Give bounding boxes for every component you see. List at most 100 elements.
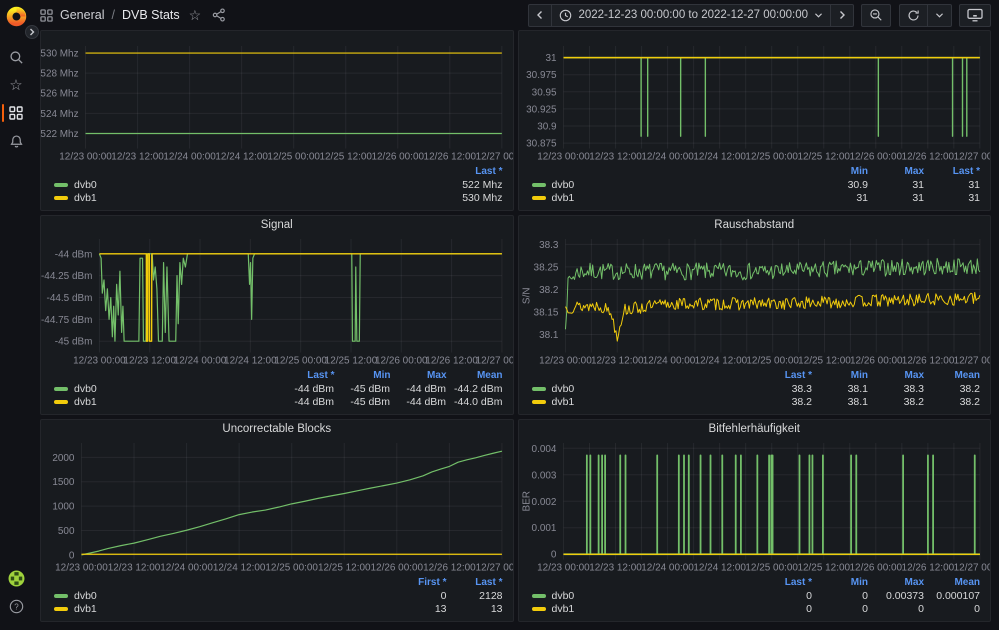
legend-header-row: First *Last * bbox=[54, 576, 503, 590]
legend-series-name[interactable]: dvb1 bbox=[532, 396, 757, 408]
svg-text:12/24 00:00: 12/24 00:00 bbox=[160, 563, 213, 574]
panel-title[interactable]: Uncorrectable Blocks bbox=[41, 420, 513, 437]
svg-text:12/26 12:00: 12/26 12:00 bbox=[901, 563, 954, 574]
legend-stat-value: 38.1 bbox=[812, 383, 868, 395]
legend-series-name[interactable]: dvb0 bbox=[532, 383, 757, 395]
star-dashboard-button[interactable]: ☆ bbox=[187, 7, 204, 24]
panel-title[interactable] bbox=[41, 31, 513, 40]
timeseries-chart[interactable]: -45 dBm-44.75 dBm-44.5 dBm-44.25 dBm-44 … bbox=[41, 233, 513, 368]
svg-text:12/27 00:00: 12/27 00:00 bbox=[953, 152, 990, 163]
timeseries-chart[interactable]: 522 Mhz524 Mhz526 Mhz528 Mhz530 Mhz12/23… bbox=[41, 40, 513, 164]
legend-series-name[interactable]: dvb1 bbox=[54, 396, 278, 408]
legend-column-header[interactable]: Last * bbox=[756, 370, 812, 381]
legend: Last *dvb0522 Mhzdvb1530 Mhz bbox=[41, 164, 513, 211]
refresh-button[interactable] bbox=[899, 4, 928, 27]
timeseries-chart[interactable]: 30.87530.930.92530.9530.9753112/23 00:00… bbox=[519, 40, 991, 164]
legend-stat-value: 38.2 bbox=[868, 396, 924, 408]
svg-text:0.002: 0.002 bbox=[531, 497, 556, 508]
panel-title[interactable]: Bitfehlerhäufigkeit bbox=[519, 420, 991, 437]
time-shift-forward-button[interactable] bbox=[830, 4, 854, 27]
legend-column-header[interactable]: Mean bbox=[924, 370, 980, 381]
legend-series-name[interactable]: dvb1 bbox=[532, 192, 813, 204]
panel-title[interactable]: Rauschabstand bbox=[519, 216, 991, 233]
legend-row: dvb1-44 dBm-45 dBm-44 dBm-44.0 dBm bbox=[54, 396, 503, 410]
expand-sidebar-button[interactable] bbox=[25, 25, 39, 39]
svg-text:12/27 00:00: 12/27 00:00 bbox=[476, 356, 513, 367]
legend-series-name[interactable]: dvb0 bbox=[54, 383, 278, 395]
legend-series-name[interactable]: dvb0 bbox=[54, 590, 391, 602]
share-dashboard-button[interactable] bbox=[210, 8, 228, 22]
svg-text:12/24 00:00: 12/24 00:00 bbox=[642, 356, 695, 367]
timeseries-chart[interactable]: 38.138.1538.238.2538.312/23 00:0012/23 1… bbox=[519, 233, 991, 368]
legend-column-header[interactable]: First * bbox=[391, 577, 447, 588]
legend-stat-value: 0 bbox=[756, 603, 812, 615]
time-shift-back-button[interactable] bbox=[528, 4, 552, 27]
zoom-out-button[interactable] bbox=[861, 4, 891, 27]
legend-series-name[interactable]: dvb0 bbox=[532, 179, 813, 191]
legend-column-header[interactable]: Min bbox=[812, 166, 868, 177]
panel-frequency: 522 Mhz524 Mhz526 Mhz528 Mhz530 Mhz12/23… bbox=[40, 30, 514, 211]
svg-text:0.001: 0.001 bbox=[531, 523, 556, 534]
svg-text:30.9: 30.9 bbox=[537, 121, 557, 132]
dashboards-icon[interactable] bbox=[0, 99, 32, 127]
chevron-down-icon bbox=[814, 12, 823, 19]
legend-stat-value: 38.2 bbox=[924, 396, 980, 408]
panel-title[interactable]: Signal bbox=[41, 216, 513, 233]
legend-column-header[interactable]: Last * bbox=[447, 166, 503, 177]
legend-series-name[interactable]: dvb0 bbox=[54, 179, 447, 191]
legend-series-name[interactable]: dvb1 bbox=[54, 192, 447, 204]
legend-stat-value: -44 dBm bbox=[390, 396, 446, 408]
svg-text:12/24 00:00: 12/24 00:00 bbox=[174, 356, 227, 367]
legend-stat-value: -44 dBm bbox=[278, 396, 334, 408]
svg-text:-44.25 dBm: -44.25 dBm bbox=[41, 271, 92, 282]
svg-text:12/26 00:00: 12/26 00:00 bbox=[371, 563, 424, 574]
svg-text:12/24 12:00: 12/24 12:00 bbox=[224, 356, 277, 367]
svg-text:-45 dBm: -45 dBm bbox=[55, 337, 93, 348]
refresh-interval-dropdown[interactable] bbox=[927, 4, 952, 27]
svg-text:12/24 12:00: 12/24 12:00 bbox=[693, 563, 746, 574]
svg-text:12/25 12:00: 12/25 12:00 bbox=[318, 563, 371, 574]
legend-stat-value: 522 Mhz bbox=[447, 179, 503, 191]
legend-column-header[interactable]: Min bbox=[812, 370, 868, 381]
legend-stat-value: 31 bbox=[812, 192, 868, 204]
alerting-bell-icon[interactable] bbox=[0, 127, 32, 155]
panel-title[interactable] bbox=[519, 31, 991, 40]
legend-column-header[interactable]: Min bbox=[335, 370, 391, 381]
legend-series-name[interactable]: dvb0 bbox=[532, 590, 757, 602]
user-avatar[interactable] bbox=[0, 564, 32, 592]
series-color-swatch bbox=[532, 594, 546, 598]
series-color-swatch bbox=[532, 607, 546, 611]
legend-column-header[interactable]: Last * bbox=[447, 577, 503, 588]
legend-column-header[interactable]: Mean bbox=[924, 577, 980, 588]
svg-text:12/26 00:00: 12/26 00:00 bbox=[850, 356, 903, 367]
legend-column-header[interactable]: Min bbox=[812, 577, 868, 588]
legend-column-header[interactable]: Last * bbox=[924, 166, 980, 177]
active-section-indicator bbox=[2, 104, 4, 122]
legend-stat-value: 0 bbox=[812, 603, 868, 615]
timeseries-chart[interactable]: 050010001500200012/23 00:0012/23 12:0012… bbox=[41, 437, 513, 575]
grafana-logo[interactable] bbox=[6, 6, 27, 27]
legend-series-name[interactable]: dvb1 bbox=[54, 603, 391, 615]
cycle-view-mode-button[interactable] bbox=[959, 4, 991, 27]
svg-text:12/23 12:00: 12/23 12:00 bbox=[589, 563, 642, 574]
timeseries-chart[interactable]: 00.0010.0020.0030.00412/23 00:0012/23 12… bbox=[519, 437, 991, 575]
breadcrumb-section[interactable]: General bbox=[60, 8, 104, 22]
legend-column-header[interactable]: Max bbox=[868, 370, 924, 381]
apps-grid-icon bbox=[40, 9, 53, 22]
legend-column-header[interactable]: Max bbox=[868, 166, 924, 177]
search-icon[interactable] bbox=[0, 43, 32, 71]
legend-column-header[interactable]: Last * bbox=[279, 370, 335, 381]
starred-icon[interactable]: ☆ bbox=[0, 71, 32, 99]
legend-column-header[interactable]: Max bbox=[391, 370, 447, 381]
topbar-controls: 2022-12-23 00:00:00 to 2022-12-27 00:00:… bbox=[528, 4, 991, 27]
help-icon[interactable]: ? bbox=[0, 592, 32, 620]
legend-column-header[interactable]: Last * bbox=[756, 577, 812, 588]
svg-text:12/27 00:00: 12/27 00:00 bbox=[476, 152, 513, 163]
time-range-picker-button[interactable]: 2022-12-23 00:00:00 to 2022-12-27 00:00:… bbox=[551, 4, 831, 27]
legend-stat-value: -44 dBm bbox=[278, 383, 334, 395]
legend-series-name[interactable]: dvb1 bbox=[532, 603, 757, 615]
legend-column-header[interactable]: Mean bbox=[447, 370, 503, 381]
svg-text:12/26 00:00: 12/26 00:00 bbox=[849, 563, 902, 574]
legend-column-header[interactable]: Max bbox=[868, 577, 924, 588]
svg-text:12/23 12:00: 12/23 12:00 bbox=[589, 152, 642, 163]
